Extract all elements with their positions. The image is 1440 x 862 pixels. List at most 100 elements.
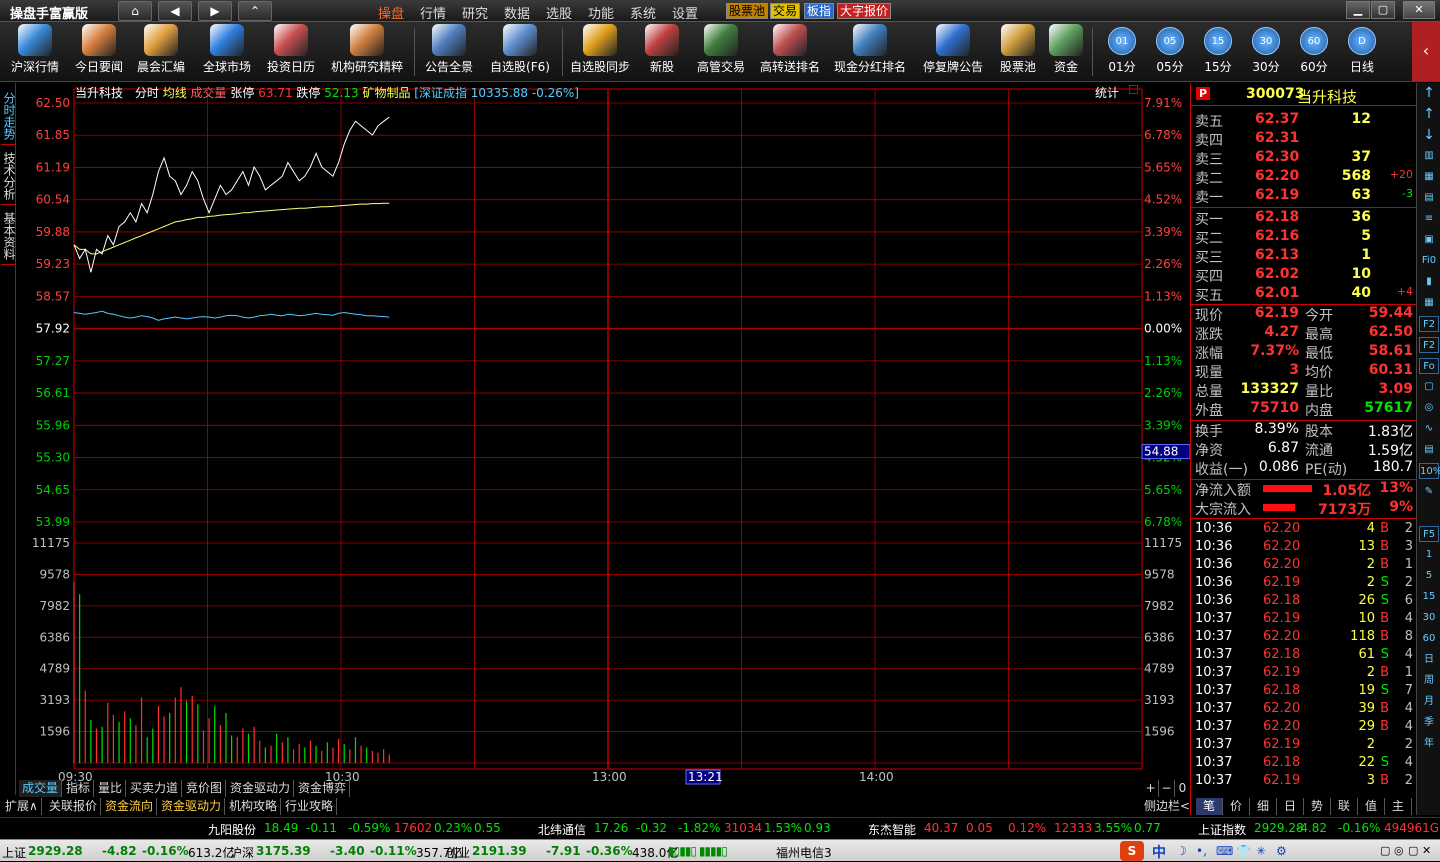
close-button[interactable]: ✕ <box>1403 1 1435 19</box>
menu-tag-3[interactable]: 大字报价 <box>837 3 892 19</box>
toolbar-item-8[interactable]: 自选股同步 <box>566 24 634 80</box>
indicator-tab-5[interactable]: 资金驱动力 <box>227 780 295 797</box>
status-index-label-1[interactable]: 沪深 <box>230 844 254 861</box>
sidebar-button-19[interactable]: ✎ <box>1419 484 1439 500</box>
toolbar-item-1[interactable]: 今日要闻 <box>72 24 126 80</box>
ask-row-4[interactable]: 卖一 62.19 63 -3 <box>1195 187 1415 206</box>
menu-3[interactable]: 数据 <box>504 3 530 22</box>
bid-row-0[interactable]: 买一 62.18 36 <box>1195 209 1415 228</box>
indicator-tab-3[interactable]: 买卖力道 <box>127 780 183 797</box>
sidebar-button-17[interactable]: ▤ <box>1419 442 1439 458</box>
status-index-label-0[interactable]: 上证 <box>2 844 26 861</box>
toolbar-item-5[interactable]: 机构研究精粹 <box>326 24 408 80</box>
bid-row-2[interactable]: 买三 62.13 1 <box>1195 247 1415 266</box>
menu-1[interactable]: 行情 <box>420 3 446 22</box>
sidebar-button-16[interactable]: ∿ <box>1419 421 1439 437</box>
zoom-button-1[interactable]: − <box>1159 780 1175 797</box>
bid-row-4[interactable]: 买五 62.01 40 +4 <box>1195 285 1415 304</box>
period-button-5[interactable]: D 日线 <box>1342 24 1382 80</box>
sidebar-button-14[interactable]: ▢ <box>1419 379 1439 395</box>
sidebar-button-8[interactable]: Fi0 <box>1419 253 1439 269</box>
extension-tab-1[interactable]: 关联报价 <box>46 798 102 815</box>
sidebar-button-27[interactable]: 日 <box>1419 652 1439 668</box>
status-tray-icon-1[interactable]: ◎ <box>1394 844 1404 857</box>
ask-row-0[interactable]: 卖五 62.37 12 <box>1195 111 1415 130</box>
up-button[interactable]: ⌃ <box>238 1 272 21</box>
toolbar-collapse-button[interactable]: ‹ <box>1412 22 1440 81</box>
menu-4[interactable]: 选股 <box>546 3 572 22</box>
sidebar-button-29[interactable]: 月 <box>1419 694 1439 710</box>
stats-button[interactable]: 统计 <box>1095 84 1119 101</box>
extension-tab-3[interactable]: 资金驱动力 <box>158 798 226 815</box>
sidebar-button-9[interactable]: ▮ <box>1419 274 1439 290</box>
sidebar-button-21[interactable]: F5 <box>1419 526 1439 542</box>
toolbar-item-14[interactable]: 股票池 <box>996 24 1040 80</box>
extension-tab-0[interactable]: 扩展∧ <box>2 798 42 815</box>
toolbar-item-13[interactable]: 停复牌公告 <box>920 24 986 80</box>
menu-5[interactable]: 功能 <box>588 3 614 22</box>
extension-tab-5[interactable]: 行业攻略 <box>282 798 338 815</box>
toolbar-item-2[interactable]: 晨会汇编 <box>132 24 190 80</box>
status-tray-icon-3[interactable]: ✕ <box>1422 844 1431 857</box>
toolbar-item-0[interactable]: 沪深行情 <box>6 24 64 80</box>
sidebar-button-4[interactable]: ▦ <box>1419 169 1439 185</box>
sidebar-button-15[interactable]: ◎ <box>1419 400 1439 416</box>
toolbar-item-6[interactable]: 公告全景 <box>420 24 478 80</box>
toolbar-item-4[interactable]: 投资日历 <box>262 24 320 80</box>
minimize-button[interactable]: ▁ <box>1346 1 1370 19</box>
volume-label[interactable]: 成交量 <box>191 86 227 100</box>
toolbar-item-15[interactable]: 资金 <box>1046 24 1086 80</box>
ime-tool-icon-2[interactable]: ⌨ <box>1216 844 1233 858</box>
toolbar-item-11[interactable]: 高转送排名 <box>756 24 824 80</box>
ticker-name-1[interactable]: 北纬通信 <box>538 821 586 838</box>
status-tray-icon-2[interactable]: ▢ <box>1408 844 1418 857</box>
menu-tag-2[interactable]: 板指 <box>804 3 835 19</box>
toolbar-item-9[interactable]: 新股 <box>642 24 682 80</box>
sidebar-button-13[interactable]: Fo <box>1419 358 1439 374</box>
sidebar-button-1[interactable]: ↑ <box>1419 106 1439 122</box>
ask-row-3[interactable]: 卖二 62.20 568 +20 <box>1195 168 1415 187</box>
left-tab-2[interactable]: 基本资料 <box>1 207 16 265</box>
extension-tab-2[interactable]: 资金流向 <box>102 798 158 815</box>
sidebar-button-2[interactable]: ↓ <box>1419 127 1439 143</box>
sidebar-button-0[interactable]: ↑ <box>1419 85 1439 101</box>
extension-tab-4[interactable]: 机构攻略 <box>226 798 282 815</box>
menu-2[interactable]: 研究 <box>462 3 488 22</box>
period-button-2[interactable]: 15 15分 <box>1198 24 1238 80</box>
server-label[interactable]: 福州电信3 <box>776 844 832 861</box>
ime-tool-icon-4[interactable]: ✳ <box>1256 844 1266 858</box>
sidebar-button-3[interactable]: ▥ <box>1419 148 1439 164</box>
toolbar-item-3[interactable]: 全球市场 <box>198 24 256 80</box>
home-button[interactable]: ⌂ <box>118 1 152 21</box>
left-tab-1[interactable]: 技术分析 <box>1 147 16 205</box>
avg-label[interactable]: 均线 <box>163 86 187 100</box>
sidebar-button-28[interactable]: 周 <box>1419 673 1439 689</box>
mode-label[interactable]: 分时 <box>135 86 159 100</box>
indicator-tab-2[interactable]: 量比 <box>95 780 127 797</box>
toolbar-item-7[interactable]: 自选股(F6) <box>486 24 554 80</box>
ask-row-1[interactable]: 卖四 62.31 <box>1195 130 1415 149</box>
sidebar-button-7[interactable]: ▣ <box>1419 232 1439 248</box>
sidebar-button-11[interactable]: F2 <box>1419 316 1439 332</box>
zoom-button-2[interactable]: 0 <box>1175 780 1191 797</box>
toolbar-item-12[interactable]: 现金分红排名 <box>830 24 910 80</box>
sidebar-button-20[interactable] <box>1419 505 1439 521</box>
ime-logo-icon[interactable]: S <box>1120 841 1144 861</box>
menu-7[interactable]: 设置 <box>672 3 698 22</box>
sector-label[interactable]: 矿物制品 <box>362 86 410 100</box>
sidebar-button-24[interactable]: 15 <box>1419 589 1439 605</box>
sidebar-button-6[interactable]: ≡ <box>1419 211 1439 227</box>
sidebar-toggle[interactable]: 侧边栏< <box>1141 798 1193 815</box>
forward-button[interactable]: ▶ <box>198 1 232 21</box>
menu-6[interactable]: 系统 <box>630 3 656 22</box>
sidebar-button-18[interactable]: 10% <box>1419 463 1440 479</box>
ime-mode-label[interactable]: 中 <box>1152 842 1166 862</box>
menu-tag-1[interactable]: 交易 <box>770 3 801 19</box>
indicator-tab-0[interactable]: 成交量 <box>19 780 63 797</box>
sidebar-button-12[interactable]: F2 <box>1419 337 1439 353</box>
status-tray-icon-0[interactable]: ▢ <box>1380 844 1390 857</box>
sidebar-button-23[interactable]: 5 <box>1419 568 1439 584</box>
ime-tool-icon-0[interactable]: ☽ <box>1176 844 1187 858</box>
period-button-1[interactable]: 05 05分 <box>1150 24 1190 80</box>
menu-0[interactable]: 操盘 <box>378 3 404 22</box>
